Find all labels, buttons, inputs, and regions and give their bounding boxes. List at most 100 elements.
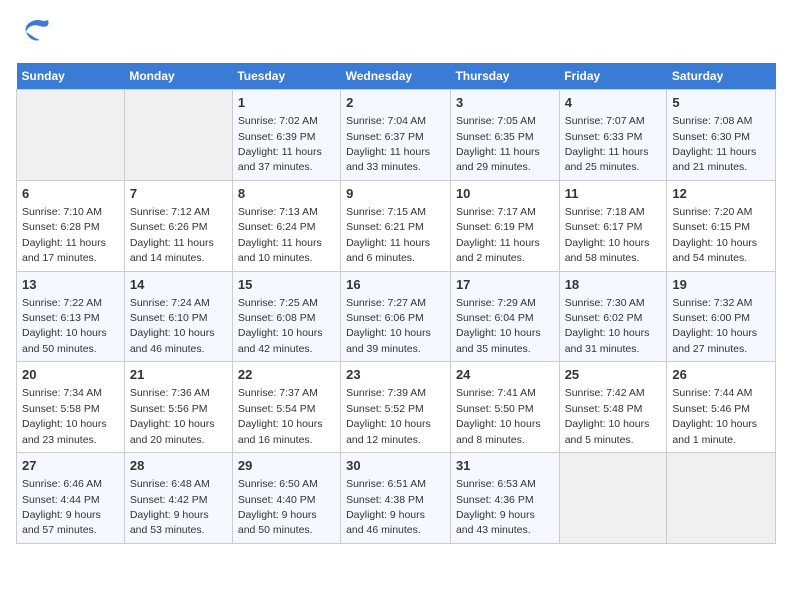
day-info: Sunrise: 7:18 AMSunset: 6:17 PMDaylight:…: [565, 206, 650, 264]
day-number: 17: [456, 276, 554, 294]
calendar-cell: 28 Sunrise: 6:48 AMSunset: 4:42 PMDayligh…: [124, 453, 232, 544]
day-info: Sunrise: 7:24 AMSunset: 6:10 PMDaylight:…: [130, 297, 215, 355]
calendar-cell: 1 Sunrise: 7:02 AMSunset: 6:39 PMDaylight…: [232, 90, 340, 181]
logo-bird-icon: [20, 12, 56, 55]
day-info: Sunrise: 6:51 AMSunset: 4:38 PMDaylight:…: [346, 478, 426, 536]
day-number: 26: [672, 366, 770, 384]
day-number: 31: [456, 457, 554, 475]
day-number: 14: [130, 276, 227, 294]
day-number: 16: [346, 276, 445, 294]
calendar-cell: 24 Sunrise: 7:41 AMSunset: 5:50 PMDayligh…: [450, 362, 559, 453]
day-info: Sunrise: 7:41 AMSunset: 5:50 PMDaylight:…: [456, 387, 541, 445]
day-number: 22: [238, 366, 335, 384]
calendar-cell: [124, 90, 232, 181]
day-info: Sunrise: 7:08 AMSunset: 6:30 PMDaylight:…: [672, 115, 756, 173]
day-info: Sunrise: 6:50 AMSunset: 4:40 PMDaylight:…: [238, 478, 318, 536]
calendar-body: 1 Sunrise: 7:02 AMSunset: 6:39 PMDaylight…: [17, 90, 776, 544]
calendar-cell: 15 Sunrise: 7:25 AMSunset: 6:08 PMDayligh…: [232, 271, 340, 362]
day-info: Sunrise: 7:07 AMSunset: 6:33 PMDaylight:…: [565, 115, 649, 173]
weekday-header: Wednesday: [341, 63, 451, 90]
day-info: Sunrise: 7:20 AMSunset: 6:15 PMDaylight:…: [672, 206, 757, 264]
calendar-cell: 13 Sunrise: 7:22 AMSunset: 6:13 PMDayligh…: [17, 271, 125, 362]
calendar-cell: 23Sunrise: 7:39 AMSunset: 5:52 PMDayligh…: [341, 362, 451, 453]
calendar-cell: 3 Sunrise: 7:05 AMSunset: 6:35 PMDaylight…: [450, 90, 559, 181]
day-info: Sunrise: 7:22 AMSunset: 6:13 PMDaylight:…: [22, 297, 107, 355]
day-number: 15: [238, 276, 335, 294]
calendar-cell: 4 Sunrise: 7:07 AMSunset: 6:33 PMDaylight…: [559, 90, 667, 181]
day-info: Sunrise: 6:48 AMSunset: 4:42 PMDaylight:…: [130, 478, 210, 536]
day-info: Sunrise: 7:12 AMSunset: 6:26 PMDaylight:…: [130, 206, 214, 264]
day-number: 7: [130, 185, 227, 203]
day-info: Sunrise: 7:32 AMSunset: 6:00 PMDaylight:…: [672, 297, 757, 355]
calendar-week-row: 13 Sunrise: 7:22 AMSunset: 6:13 PMDayligh…: [17, 271, 776, 362]
day-info: Sunrise: 7:34 AMSunset: 5:58 PMDaylight:…: [22, 387, 107, 445]
calendar-cell: 25Sunrise: 7:42 AMSunset: 5:48 PMDayligh…: [559, 362, 667, 453]
calendar-week-row: 6Sunrise: 7:10 AMSunset: 6:28 PMDaylight…: [17, 180, 776, 271]
calendar-cell: 21 Sunrise: 7:36 AMSunset: 5:56 PMDayligh…: [124, 362, 232, 453]
day-info: Sunrise: 7:17 AMSunset: 6:19 PMDaylight:…: [456, 206, 540, 264]
day-number: 4: [565, 94, 662, 112]
calendar-cell: 30 Sunrise: 6:51 AMSunset: 4:38 PMDayligh…: [341, 453, 451, 544]
day-number: 5: [672, 94, 770, 112]
day-info: Sunrise: 7:05 AMSunset: 6:35 PMDaylight:…: [456, 115, 540, 173]
day-number: 10: [456, 185, 554, 203]
calendar-cell: 16 Sunrise: 7:27 AMSunset: 6:06 PMDayligh…: [341, 271, 451, 362]
calendar-cell: 9 Sunrise: 7:15 AMSunset: 6:21 PMDaylight…: [341, 180, 451, 271]
calendar-cell: 26Sunrise: 7:44 AMSunset: 5:46 PMDayligh…: [667, 362, 776, 453]
calendar-cell: 7 Sunrise: 7:12 AMSunset: 6:26 PMDaylight…: [124, 180, 232, 271]
day-info: Sunrise: 6:46 AMSunset: 4:44 PMDaylight:…: [22, 478, 102, 536]
day-number: 1: [238, 94, 335, 112]
day-info: Sunrise: 7:29 AMSunset: 6:04 PMDaylight:…: [456, 297, 541, 355]
day-number: 24: [456, 366, 554, 384]
page-header: [16, 16, 776, 55]
calendar-cell: 2 Sunrise: 7:04 AMSunset: 6:37 PMDaylight…: [341, 90, 451, 181]
day-number: 29: [238, 457, 335, 475]
weekday-header: Sunday: [17, 63, 125, 90]
calendar-cell: 27Sunrise: 6:46 AMSunset: 4:44 PMDayligh…: [17, 453, 125, 544]
calendar-week-row: 1 Sunrise: 7:02 AMSunset: 6:39 PMDaylight…: [17, 90, 776, 181]
day-number: 3: [456, 94, 554, 112]
calendar-cell: 6Sunrise: 7:10 AMSunset: 6:28 PMDaylight…: [17, 180, 125, 271]
calendar-cell: 31 Sunrise: 6:53 AMSunset: 4:36 PMDayligh…: [450, 453, 559, 544]
day-info: Sunrise: 7:25 AMSunset: 6:08 PMDaylight:…: [238, 297, 323, 355]
day-info: Sunrise: 7:30 AMSunset: 6:02 PMDaylight:…: [565, 297, 650, 355]
day-number: 8: [238, 185, 335, 203]
day-info: Sunrise: 7:36 AMSunset: 5:56 PMDaylight:…: [130, 387, 215, 445]
day-number: 30: [346, 457, 445, 475]
calendar-cell: 18 Sunrise: 7:30 AMSunset: 6:02 PMDayligh…: [559, 271, 667, 362]
day-number: 9: [346, 185, 445, 203]
calendar-week-row: 20 Sunrise: 7:34 AMSunset: 5:58 PMDayligh…: [17, 362, 776, 453]
weekday-header: Thursday: [450, 63, 559, 90]
calendar-cell: 29 Sunrise: 6:50 AMSunset: 4:40 PMDayligh…: [232, 453, 340, 544]
weekday-header: Monday: [124, 63, 232, 90]
day-number: 18: [565, 276, 662, 294]
calendar-cell: 12 Sunrise: 7:20 AMSunset: 6:15 PMDayligh…: [667, 180, 776, 271]
day-info: Sunrise: 7:04 AMSunset: 6:37 PMDaylight:…: [346, 115, 430, 173]
calendar-cell: 14 Sunrise: 7:24 AMSunset: 6:10 PMDayligh…: [124, 271, 232, 362]
calendar-cell: 20 Sunrise: 7:34 AMSunset: 5:58 PMDayligh…: [17, 362, 125, 453]
day-number: 6: [22, 185, 119, 203]
calendar-table: SundayMondayTuesdayWednesdayThursdayFrid…: [16, 63, 776, 544]
calendar-header-row: SundayMondayTuesdayWednesdayThursdayFrid…: [17, 63, 776, 90]
calendar-cell: [17, 90, 125, 181]
calendar-cell: 11Sunrise: 7:18 AMSunset: 6:17 PMDayligh…: [559, 180, 667, 271]
day-number: 21: [130, 366, 227, 384]
calendar-week-row: 27Sunrise: 6:46 AMSunset: 4:44 PMDayligh…: [17, 453, 776, 544]
day-info: Sunrise: 7:27 AMSunset: 6:06 PMDaylight:…: [346, 297, 431, 355]
calendar-cell: [559, 453, 667, 544]
day-number: 2: [346, 94, 445, 112]
day-info: Sunrise: 7:42 AMSunset: 5:48 PMDaylight:…: [565, 387, 650, 445]
calendar-cell: 19 Sunrise: 7:32 AMSunset: 6:00 PMDayligh…: [667, 271, 776, 362]
day-number: 28: [130, 457, 227, 475]
calendar-cell: 8Sunrise: 7:13 AMSunset: 6:24 PMDaylight…: [232, 180, 340, 271]
day-number: 12: [672, 185, 770, 203]
calendar-cell: [667, 453, 776, 544]
day-number: 23: [346, 366, 445, 384]
day-number: 20: [22, 366, 119, 384]
day-info: Sunrise: 6:53 AMSunset: 4:36 PMDaylight:…: [456, 478, 536, 536]
calendar-cell: 5 Sunrise: 7:08 AMSunset: 6:30 PMDaylight…: [667, 90, 776, 181]
day-number: 13: [22, 276, 119, 294]
day-info: Sunrise: 7:02 AMSunset: 6:39 PMDaylight:…: [238, 115, 322, 173]
day-number: 19: [672, 276, 770, 294]
day-info: Sunrise: 7:15 AMSunset: 6:21 PMDaylight:…: [346, 206, 430, 264]
